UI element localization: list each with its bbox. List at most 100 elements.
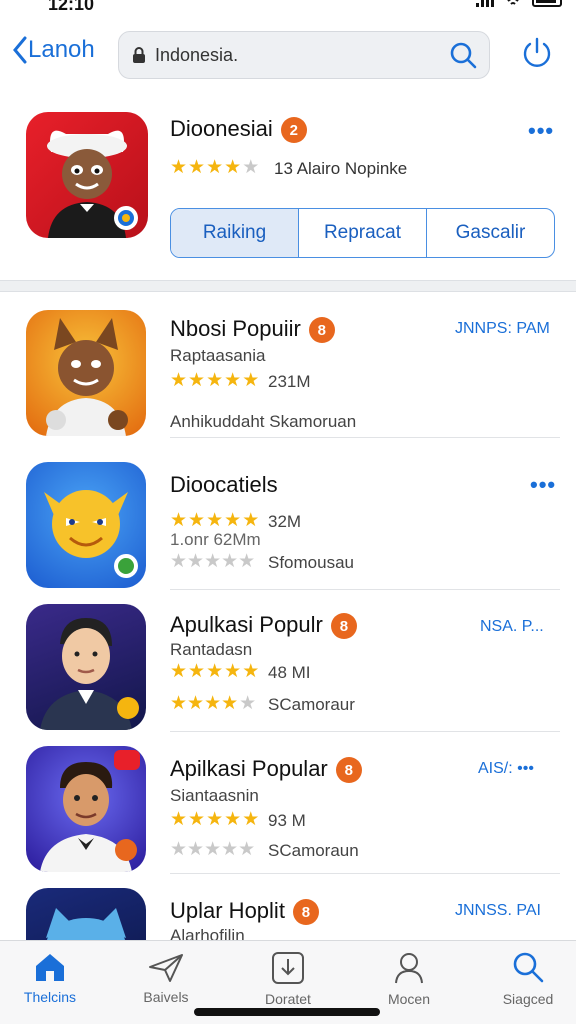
cartoon-character-icon — [47, 130, 138, 238]
star-filled-icon: ★ — [224, 157, 242, 178]
app-rating-stars-secondary: ★★★★★ — [170, 839, 256, 860]
search-icon — [513, 952, 544, 983]
app-more-button[interactable]: ••• — [530, 472, 556, 498]
status-time: 12:10 — [48, 0, 95, 14]
app-rating-stars-secondary: ★★★★★ — [170, 551, 256, 572]
tab-1[interactable]: Baivels — [111, 951, 221, 1005]
app-icon — [26, 746, 146, 872]
home-indicator — [194, 1008, 380, 1016]
star-filled-icon: ★ — [170, 370, 188, 391]
app-rating-stars: ★ ★ ★ ★ ★ — [170, 371, 259, 391]
app-rating-stars: ★ ★ ★ ★ ★ — [170, 511, 259, 531]
app-rating-stars: ★ ★ ★ ★ ★ — [170, 810, 259, 830]
featured-rating-stars: ★ ★ ★ ★ ★ — [170, 158, 259, 178]
tab-4[interactable]: Siagced — [473, 951, 576, 1007]
back-label: Lanoh — [28, 36, 95, 63]
status-bar: 12:10 — [0, 0, 576, 22]
segmented-control: Raiking Repracat Gascalir — [170, 208, 555, 258]
app-size: 48 MI — [268, 663, 311, 682]
segment-0[interactable]: Raiking — [171, 209, 299, 257]
list-item[interactable]: Apilkasi Popular 8 AIS/: ••• Siantaasnin … — [0, 732, 576, 874]
power-icon[interactable] — [520, 36, 554, 70]
section-divider — [0, 280, 576, 292]
star-filled-icon: ★ — [170, 809, 188, 830]
segment-2[interactable]: Gascalir — [427, 209, 554, 257]
app-subtitle: Siantaasnin — [170, 786, 259, 805]
star-filled-icon: ★ — [206, 510, 224, 531]
list-item[interactable]: Apulkasi Populr 8 NSA. P... Rantadasn ★ ★ ★… — [0, 590, 576, 732]
app-title: Apilkasi Popular — [170, 756, 328, 781]
featured-more-button[interactable]: ••• — [528, 118, 554, 144]
star-filled-icon: ★ — [224, 510, 242, 531]
app-title: Dioocatiels — [170, 472, 278, 497]
star-filled-icon: ★ — [206, 809, 224, 830]
star-filled-icon: ★ — [206, 661, 224, 682]
download-box-icon — [272, 952, 304, 984]
app-rating-stars: ★ ★ ★ ★ ★ — [170, 662, 259, 682]
app-badge: 8 — [335, 757, 362, 784]
star-filled-icon: ★ — [242, 510, 260, 531]
back-button[interactable]: Lanoh — [12, 36, 95, 64]
app-rating-stars-secondary: ★★★★★ — [170, 693, 257, 714]
app-subtitle: 1.onr 62Mm — [170, 530, 261, 549]
search-field[interactable]: Indonesia. — [118, 31, 490, 79]
tab-label: Doratet — [265, 991, 311, 1007]
list-item[interactable]: Nbosi Popuiir 8 JNNPS: PAM Raptaasania ★ ★… — [0, 296, 576, 438]
app-icon — [26, 604, 146, 730]
star-filled-icon: ★ — [206, 157, 224, 178]
top-nav: Lanoh Indonesia. — [0, 28, 576, 84]
featured-rating-text: 13 Alairo Nopinke — [274, 159, 408, 178]
tab-0[interactable]: Thelcins — [0, 951, 105, 1005]
star-filled-icon: ★ — [188, 510, 206, 531]
star-filled-icon: ★ — [224, 370, 242, 391]
wifi-icon — [507, 0, 519, 5]
list-item[interactable]: Dioocatiels ••• ★ ★ ★ ★ ★ 32M 1.onr 62Mm ★★★… — [0, 448, 576, 590]
app-badge: 8 — [308, 317, 335, 344]
lock-icon — [133, 47, 145, 63]
app-action-link[interactable]: JNNPS: PAM — [455, 320, 550, 338]
battery-icon — [532, 0, 562, 7]
star-filled-icon: ★ — [170, 510, 188, 531]
tab-2[interactable]: Doratet — [233, 951, 343, 1007]
app-size: 32M — [268, 512, 302, 531]
app-detail: Sfomousau — [268, 553, 354, 572]
search-icon[interactable] — [449, 41, 477, 69]
wolf-character-icon — [46, 318, 128, 436]
person-icon — [395, 953, 423, 984]
app-action-link[interactable]: AIS/: ••• — [478, 760, 534, 778]
signal-icon — [476, 0, 494, 7]
app-detail: Anhikuddaht Skamoruan — [170, 412, 357, 431]
app-detail: SCamoraur — [268, 695, 355, 714]
segment-1[interactable]: Repracat — [299, 209, 427, 257]
app-badge: 8 — [330, 613, 357, 640]
featured-app-title: Dioonesiai — [170, 116, 273, 141]
app-title: Uplar Hoplit — [170, 898, 285, 923]
app-title: Nbosi Popuiir — [170, 316, 301, 341]
app-detail: SCamoraun — [268, 841, 359, 860]
home-icon — [36, 954, 64, 981]
tab-label: Siagced — [502, 991, 554, 1007]
featured-app: Dioonesiai 2 ••• ★ ★ ★ ★ ★ 13 Alairo Nopinke … — [0, 110, 576, 280]
app-action-link[interactable]: JNNSS. PAI — [455, 902, 541, 920]
star-filled-icon: ★ — [188, 661, 206, 682]
search-input[interactable]: Indonesia. — [155, 45, 449, 66]
app-size: 93 M — [268, 811, 306, 830]
star-empty-icon: ★ — [242, 157, 260, 178]
featured-app-badge: 2 — [280, 117, 307, 144]
cat-character-icon — [44, 490, 138, 578]
app-icon — [26, 462, 146, 588]
star-filled-icon: ★ — [242, 809, 260, 830]
featured-app-icon[interactable] — [26, 112, 148, 238]
star-filled-icon: ★ — [224, 809, 242, 830]
man-avatar-icon — [40, 618, 139, 730]
app-action-link[interactable]: NSA. P... — [480, 618, 544, 636]
star-filled-icon: ★ — [224, 661, 242, 682]
tab-3[interactable]: Mocen — [354, 951, 464, 1007]
star-filled-icon: ★ — [242, 661, 260, 682]
man-character-icon — [40, 750, 140, 872]
star-filled-icon: ★ — [188, 809, 206, 830]
tab-label: Baivels — [143, 989, 189, 1005]
tab-label: Thelcins — [23, 989, 77, 1005]
star-filled-icon: ★ — [170, 661, 188, 682]
app-badge: 8 — [292, 899, 319, 926]
